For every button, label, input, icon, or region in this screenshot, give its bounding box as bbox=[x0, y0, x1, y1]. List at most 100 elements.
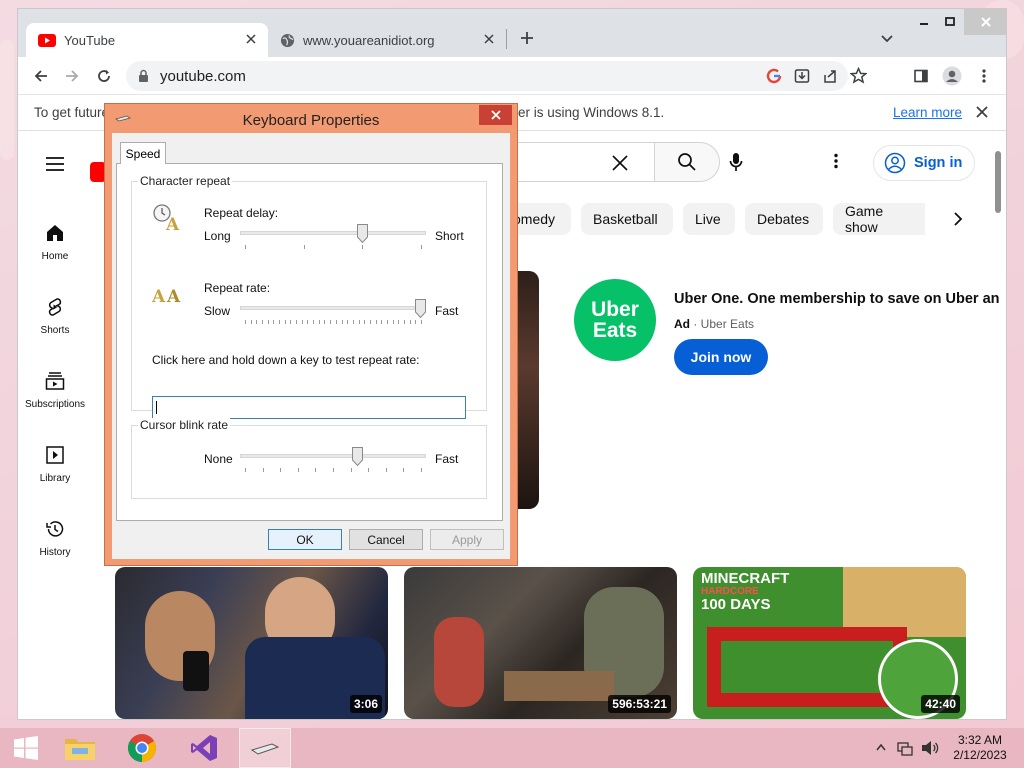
slider-tick bbox=[415, 320, 417, 324]
file-explorer-icon[interactable] bbox=[54, 728, 106, 768]
chrome-icon[interactable] bbox=[116, 728, 168, 768]
side-panel-icon[interactable] bbox=[908, 63, 934, 89]
repeat-rate-slider[interactable] bbox=[240, 299, 426, 331]
sidebar-item-shorts[interactable]: Shorts bbox=[22, 297, 88, 336]
dialog-titlebar[interactable]: Keyboard Properties bbox=[105, 104, 517, 133]
slider-thumb[interactable] bbox=[415, 299, 426, 318]
chip-live[interactable]: Live bbox=[683, 203, 735, 235]
repeat-delay-slider[interactable] bbox=[240, 224, 426, 256]
clear-search-icon[interactable] bbox=[611, 154, 629, 172]
close-window-icon[interactable] bbox=[964, 9, 1006, 35]
ad-title[interactable]: Uber One. One membership to save on Uber… bbox=[674, 291, 1000, 307]
settings-menu-icon[interactable] bbox=[834, 153, 838, 169]
start-button[interactable] bbox=[0, 728, 52, 768]
chip-basketball[interactable]: Basketball bbox=[581, 203, 673, 235]
volume-icon[interactable] bbox=[921, 740, 939, 756]
tab-youareanidiot[interactable]: www.youareanidiot.org bbox=[270, 23, 506, 57]
infobar-text-right: er is using Windows 8.1. bbox=[518, 105, 665, 120]
cursor-blink-slider[interactable] bbox=[240, 447, 426, 479]
sidebar-item-library[interactable]: Library bbox=[22, 445, 88, 484]
close-icon bbox=[490, 110, 501, 120]
apply-button[interactable]: Apply bbox=[430, 529, 504, 550]
slider-tick bbox=[392, 320, 394, 324]
slider-tick bbox=[313, 320, 315, 324]
install-app-icon[interactable] bbox=[794, 68, 810, 84]
tab-title: www.youareanidiot.org bbox=[303, 32, 435, 48]
new-tab-icon[interactable] bbox=[514, 25, 540, 51]
sidebar-item-subscriptions[interactable]: Subscriptions bbox=[22, 371, 88, 410]
forward-icon[interactable] bbox=[59, 63, 85, 89]
address-bar[interactable]: youtube.com bbox=[126, 61, 867, 91]
profile-avatar-icon[interactable] bbox=[939, 63, 965, 89]
browser-toolbar: youtube.com bbox=[18, 57, 1006, 95]
slider-tick bbox=[297, 468, 299, 472]
visual-studio-icon[interactable] bbox=[178, 728, 230, 768]
network-icon[interactable] bbox=[897, 740, 913, 756]
slider-tick bbox=[341, 320, 343, 324]
cancel-button[interactable]: Cancel bbox=[349, 529, 423, 550]
video-duration: 42:40 bbox=[921, 695, 960, 713]
slider-track[interactable] bbox=[240, 231, 426, 235]
slider-tick bbox=[347, 320, 349, 324]
reload-icon[interactable] bbox=[91, 63, 117, 89]
dialog-close-button[interactable] bbox=[479, 105, 512, 125]
ok-button[interactable]: OK bbox=[268, 529, 342, 550]
tab-search-icon[interactable] bbox=[874, 25, 900, 51]
repeat-rate-icon: AA bbox=[152, 282, 186, 306]
slider-tick bbox=[318, 320, 320, 324]
chrome-menu-icon[interactable] bbox=[971, 63, 997, 89]
slider-tick bbox=[381, 320, 383, 324]
close-tab-icon[interactable] bbox=[482, 32, 496, 46]
chip-debates[interactable]: Debates bbox=[745, 203, 823, 235]
repeat-rate-min-label: Slow bbox=[204, 304, 231, 318]
slider-tick bbox=[267, 320, 269, 324]
subscriptions-icon bbox=[45, 372, 65, 390]
slider-track[interactable] bbox=[240, 306, 426, 310]
tab-title: YouTube bbox=[64, 32, 116, 48]
video-thumbnail-ufc[interactable]: 3:06 bbox=[115, 567, 388, 719]
chevron-right-icon[interactable] bbox=[952, 211, 964, 227]
slider-tick bbox=[303, 245, 305, 249]
tab-youtube[interactable]: YouTube bbox=[26, 23, 268, 57]
clock-time: 3:32 AM bbox=[957, 733, 1003, 747]
slider-tick bbox=[403, 468, 405, 472]
home-icon bbox=[47, 225, 63, 241]
show-hidden-icons-icon[interactable] bbox=[876, 743, 886, 751]
hamburger-menu-icon[interactable] bbox=[42, 151, 68, 177]
sign-in-button[interactable]: Sign in bbox=[873, 145, 975, 181]
chip-game-show[interactable]: Game show bbox=[833, 203, 925, 235]
close-infobar-icon[interactable] bbox=[975, 105, 989, 119]
text-caret bbox=[156, 401, 157, 414]
bookmark-star-icon[interactable] bbox=[850, 67, 867, 84]
slider-thumb[interactable] bbox=[352, 447, 363, 466]
page-scrollbar[interactable] bbox=[995, 151, 1001, 213]
learn-more-link[interactable]: Learn more bbox=[893, 105, 962, 120]
close-tab-icon[interactable] bbox=[244, 32, 258, 46]
google-icon[interactable] bbox=[766, 68, 782, 84]
slider-tick bbox=[421, 320, 422, 324]
sidebar-item-home[interactable]: Home bbox=[22, 223, 88, 262]
system-clock[interactable]: 3:32 AM 2/12/2023 bbox=[946, 733, 1014, 763]
ad-badge: Ad bbox=[674, 317, 690, 331]
slider-tick bbox=[409, 320, 411, 324]
sidebar-item-history[interactable]: History bbox=[22, 519, 88, 558]
repeat-rate-max-label: Fast bbox=[435, 304, 459, 318]
uber-eats-logo[interactable]: Uber Eats bbox=[574, 279, 656, 361]
back-icon[interactable] bbox=[28, 63, 54, 89]
share-icon[interactable] bbox=[822, 68, 838, 84]
slider-tick bbox=[250, 320, 252, 324]
slider-track[interactable] bbox=[240, 454, 426, 458]
keyboard-taskbar-icon[interactable] bbox=[239, 728, 291, 768]
maximize-icon[interactable] bbox=[935, 9, 965, 35]
tab-speed[interactable]: Speed bbox=[120, 142, 166, 164]
video-thumbnail-sitcom[interactable]: 596:53:21 bbox=[404, 567, 677, 719]
test-repeat-input[interactable] bbox=[152, 396, 466, 419]
voice-search-button[interactable] bbox=[716, 142, 756, 182]
slider-thumb[interactable] bbox=[357, 224, 369, 243]
search-button[interactable] bbox=[654, 142, 720, 182]
dialog-body: Speed Character repeat A Repeat delay: L… bbox=[112, 133, 510, 559]
slider-tick bbox=[273, 320, 275, 324]
search-input[interactable] bbox=[498, 142, 654, 182]
join-now-button[interactable]: Join now bbox=[674, 339, 768, 375]
video-thumbnail-minecraft[interactable]: MINECRAFT HARDCORE 100 DAYS 42:40 bbox=[693, 567, 966, 719]
